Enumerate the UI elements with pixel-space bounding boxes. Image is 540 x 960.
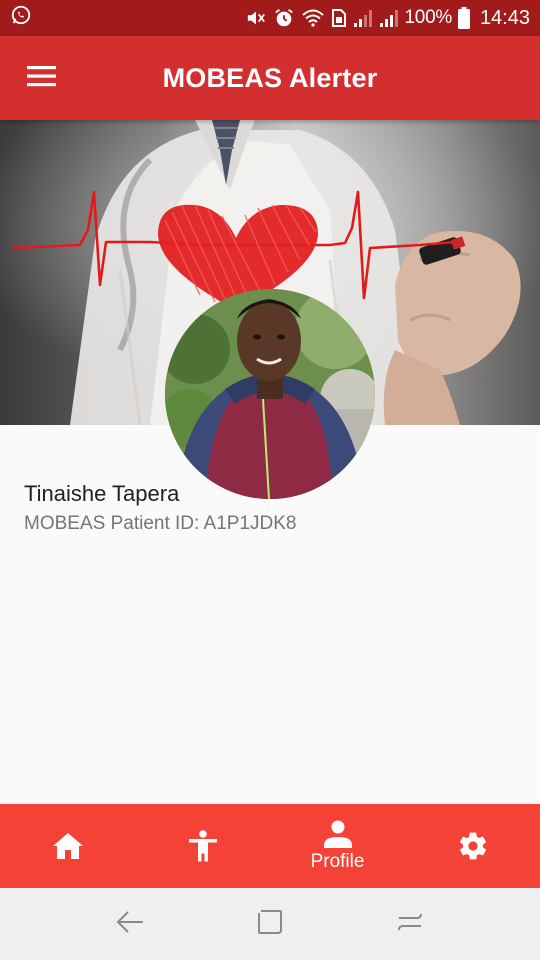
system-recents-button[interactable] — [380, 894, 440, 954]
nav-settings[interactable] — [405, 804, 540, 888]
nav-accessibility[interactable] — [135, 804, 270, 888]
sim-icon — [331, 8, 347, 28]
menu-icon — [27, 65, 57, 92]
signal-2-icon — [379, 8, 399, 28]
wifi-icon — [301, 8, 325, 28]
battery-percent: 100% — [404, 7, 453, 28]
status-time: 14:43 — [479, 6, 530, 29]
status-bar: 100% 14:43 — [0, 0, 540, 36]
back-icon — [116, 910, 144, 939]
system-back-button[interactable] — [100, 894, 160, 954]
mute-icon — [245, 8, 267, 28]
accessibility-icon — [188, 830, 218, 862]
whatsapp-icon — [10, 4, 32, 32]
profile-photo — [165, 289, 375, 499]
patient-id: MOBEAS Patient ID: A1P1JDK8 — [24, 513, 297, 534]
settings-icon — [457, 830, 489, 862]
recents-icon — [397, 910, 423, 939]
app-bar: MOBEAS Alerter — [0, 36, 540, 120]
bottom-navigation: Profile — [0, 804, 540, 888]
signal-1-icon — [353, 8, 373, 28]
app-root: 100% 14:43 MOBEAS Alerter Tinaishe Taper… — [0, 0, 540, 960]
system-navigation-bar — [0, 888, 540, 960]
alarm-icon — [273, 7, 295, 29]
profile-name: Tinaishe Tapera — [24, 481, 180, 506]
person-icon — [323, 820, 352, 848]
home-icon — [52, 831, 84, 861]
menu-button[interactable] — [0, 36, 84, 120]
battery-icon — [457, 7, 470, 29]
nav-home[interactable] — [0, 804, 135, 888]
home-square-icon — [257, 909, 283, 940]
system-home-button[interactable] — [240, 894, 300, 954]
nav-profile-label: Profile — [310, 850, 365, 872]
nav-profile[interactable]: Profile — [270, 804, 405, 888]
avatar[interactable] — [165, 289, 375, 499]
